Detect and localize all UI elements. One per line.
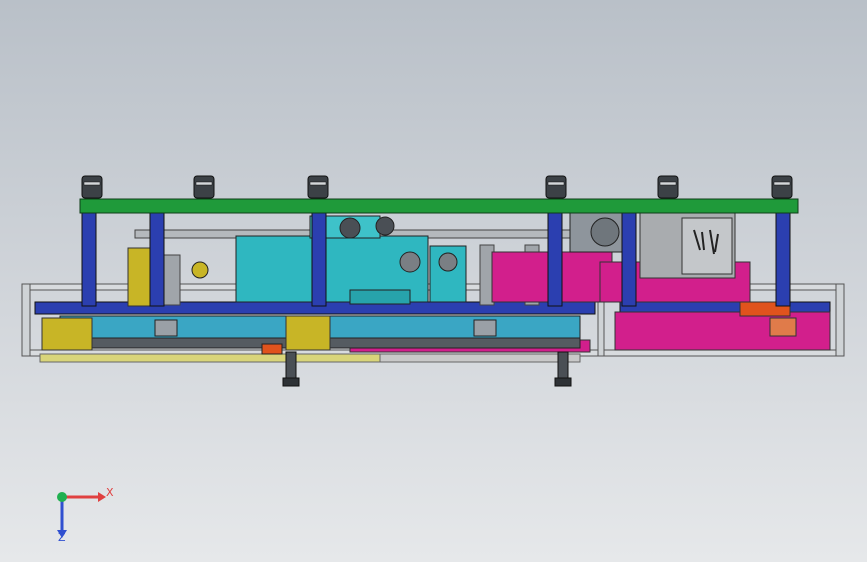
cad-viewport[interactable]: X Z [0, 0, 867, 562]
x-axis-arrowhead [98, 492, 106, 502]
x-axis-label: X [106, 486, 114, 499]
z-axis-label: Z [58, 531, 66, 544]
control-cabinet [639, 211, 736, 279]
top-plate [79, 198, 799, 214]
top-cylinders [81, 175, 793, 199]
coordinate-triad: X Z [36, 470, 126, 550]
lower-crossbeam-right [619, 301, 831, 313]
coordinate-triad-icon [57, 492, 106, 538]
machine-assembly-model[interactable] [0, 0, 867, 562]
conveyor-belts [41, 315, 581, 355]
y-axis-dot [57, 492, 67, 502]
